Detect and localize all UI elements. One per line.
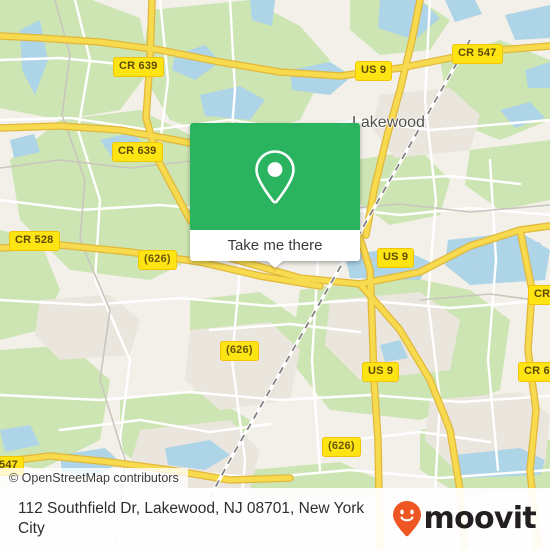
road-shield[interactable]: CR: [528, 285, 550, 305]
map-pin-icon: [252, 148, 298, 206]
road-shield[interactable]: CR 62: [518, 362, 550, 382]
road-shield[interactable]: US 9: [377, 248, 415, 268]
moovit-logo[interactable]: moovit: [392, 500, 537, 538]
road-shield[interactable]: CR 528: [9, 231, 60, 251]
road-shield[interactable]: CR 547: [452, 44, 503, 64]
osm-attribution[interactable]: © OpenStreetMap contributors: [0, 468, 188, 488]
address-text: 112 Southfield Dr, Lakewood, NJ 08701, N…: [18, 500, 365, 537]
road-shield[interactable]: (626): [138, 250, 177, 270]
moovit-pin-icon: [392, 500, 422, 538]
moovit-wordmark: moovit: [423, 501, 537, 536]
popup-card-header: [190, 123, 360, 230]
location-popup-card[interactable]: Take me there: [190, 123, 360, 268]
map-screenshot: Lakewood CR 639 US 9 CR 547 CR 639 CR 52…: [0, 0, 550, 550]
take-me-there-button[interactable]: Take me there: [190, 230, 360, 268]
place-label-lakewood: Lakewood: [352, 114, 425, 131]
road-shield[interactable]: US 9: [362, 362, 400, 382]
map-canvas[interactable]: Lakewood CR 639 US 9 CR 547 CR 639 CR 52…: [0, 0, 550, 550]
bottom-bar: 112 Southfield Dr, Lakewood, NJ 08701, N…: [0, 488, 550, 550]
road-shield[interactable]: CR 639: [113, 57, 164, 77]
osm-attribution-text: © OpenStreetMap contributors: [9, 471, 179, 485]
popup-tail: [266, 260, 284, 268]
road-shield[interactable]: (626): [220, 341, 259, 361]
road-shield[interactable]: US 9: [355, 61, 393, 81]
road-shield[interactable]: (626): [322, 437, 361, 457]
take-me-there-label: Take me there: [227, 237, 323, 254]
road-shield[interactable]: CR 639: [112, 142, 163, 162]
